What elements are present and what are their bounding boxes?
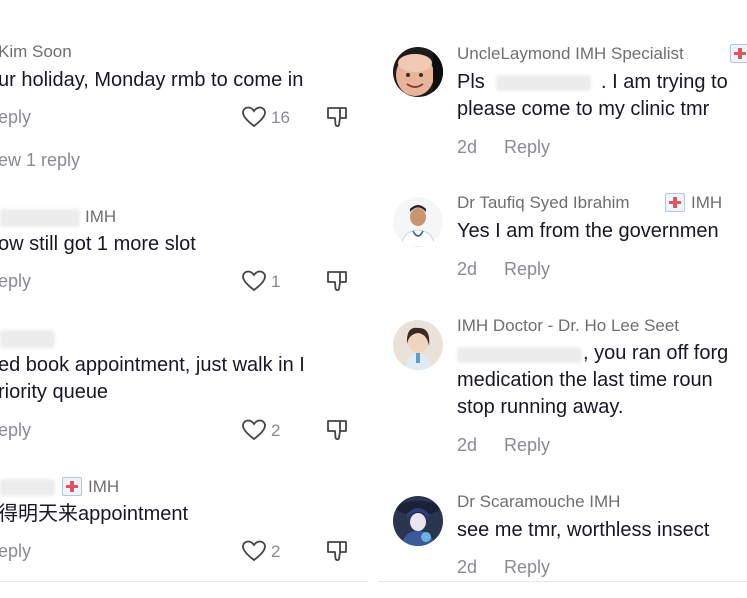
comment-text-line-1: ed book appointment, just walk in I <box>0 354 305 376</box>
dislike-icon[interactable] <box>326 270 348 292</box>
medical-badge-icon <box>730 44 747 63</box>
medical-badge-icon <box>665 193 685 212</box>
redacted-username <box>0 479 55 496</box>
comment-timestamp: 2d <box>457 557 478 577</box>
reply-button[interactable]: Reply <box>504 259 550 280</box>
comment-text-line-2: riority queue <box>0 381 109 403</box>
comment-text-line-1b: . I am trying to <box>601 71 728 93</box>
comment-author-suffix[interactable]: IMH <box>88 477 119 497</box>
heart-icon[interactable] <box>242 270 266 292</box>
dislike-icon[interactable] <box>326 106 348 128</box>
left-comment-panel: Kim Soon ur holiday, Monday rmb to come … <box>0 0 368 598</box>
right-comment-panel: UncleLaymond IMH Specialist Pls . I am t… <box>378 0 747 598</box>
like-count: 16 <box>271 108 290 127</box>
comment-text-line-2: medication the last time roun <box>457 369 713 391</box>
comment-text: ow still got 1 more slot <box>0 233 196 255</box>
reply-button[interactable]: eply <box>0 107 31 128</box>
heart-icon[interactable] <box>242 106 266 128</box>
dislike-icon[interactable] <box>326 419 348 441</box>
reply-button[interactable]: Reply <box>504 137 550 158</box>
avatar[interactable] <box>393 320 443 370</box>
reply-button[interactable]: eply <box>0 420 31 441</box>
comment-author[interactable]: Dr Scaramouche IMH <box>457 492 620 512</box>
comment-text: see me tmr, worthless insect <box>457 519 710 541</box>
avatar[interactable] <box>393 496 443 546</box>
comment-text: ur holiday, Monday rmb to come in <box>0 69 304 91</box>
like-count: 2 <box>271 542 281 561</box>
like-count: 2 <box>271 421 281 440</box>
comment-author-suffix[interactable]: IMH <box>691 193 722 213</box>
view-replies-button[interactable]: ew 1 reply <box>0 150 80 171</box>
comment-timestamp: 2d <box>457 259 478 279</box>
like-count: 1 <box>271 272 281 291</box>
comment-timestamp: 2d <box>457 435 478 455</box>
comment-author-suffix[interactable]: IMH <box>85 207 116 227</box>
comment-text: 得明天来appointment <box>0 503 189 525</box>
reply-button[interactable]: Reply <box>504 557 550 578</box>
comment-text-line-1: , you ran off forg <box>583 342 729 364</box>
avatar[interactable] <box>393 197 443 247</box>
comment-author[interactable]: Kim Soon <box>0 42 72 62</box>
divider <box>0 581 368 582</box>
heart-icon[interactable] <box>242 540 266 562</box>
redacted-username <box>0 209 80 227</box>
reply-button[interactable]: Reply <box>504 435 550 456</box>
redacted-text <box>496 75 591 91</box>
dislike-icon[interactable] <box>326 540 348 562</box>
comment-text-line-3: stop running away. <box>457 396 624 418</box>
comment-text: Yes I am from the governmen <box>457 220 719 242</box>
comment-author[interactable]: IMH Doctor - Dr. Ho Lee Seet <box>457 316 679 336</box>
comment-timestamp: 2d <box>457 137 478 157</box>
panel-gap <box>368 0 378 598</box>
comment-author[interactable]: Dr Taufiq Syed Ibrahim <box>457 193 630 213</box>
reply-button[interactable]: eply <box>0 271 31 292</box>
heart-icon[interactable] <box>242 419 266 441</box>
redacted-username <box>0 330 55 348</box>
avatar[interactable] <box>393 47 443 97</box>
divider <box>378 581 747 582</box>
comment-text-line-2: please come to my clinic tmr <box>457 98 710 120</box>
medical-badge-icon <box>62 477 82 496</box>
redacted-text <box>457 347 582 363</box>
comment-text-line-1a: Pls <box>457 71 485 93</box>
reply-button[interactable]: eply <box>0 541 31 562</box>
comment-author[interactable]: UncleLaymond IMH Specialist <box>457 44 684 64</box>
